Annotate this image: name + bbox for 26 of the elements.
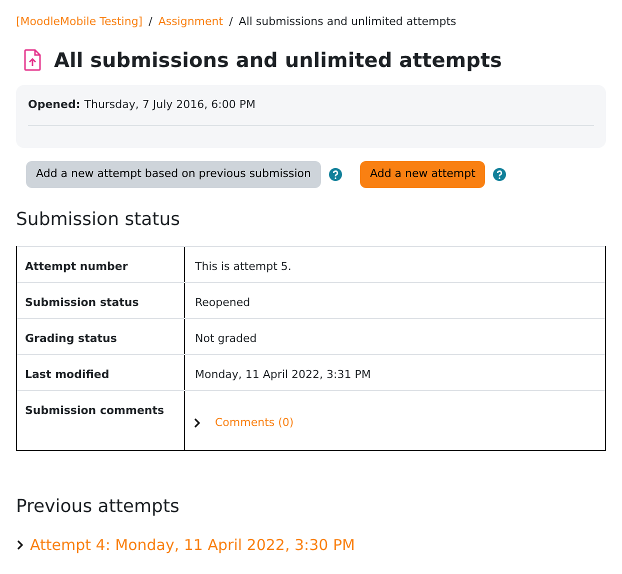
- breadcrumb-separator: /: [148, 14, 152, 30]
- row-value: This is attempt 5.: [195, 260, 292, 273]
- row-value: Monday, 11 April 2022, 3:31 PM: [195, 368, 371, 381]
- section-heading: Submission status: [16, 208, 182, 232]
- breadcrumb-link[interactable]: Assignment: [158, 14, 224, 30]
- file-upload-icon: [24, 48, 42, 70]
- page-title: All submissions and unlimited attempts: [54, 46, 502, 74]
- row-label: Grading status: [25, 332, 117, 345]
- breadcrumb-separator: /: [229, 14, 233, 30]
- row-label: Submission status: [25, 296, 139, 309]
- date-value: Thursday, 7 July 2016, 6:00 PM: [84, 96, 256, 112]
- add-attempt-from-previous-button[interactable]: Add a new attempt based on previous submission: [26, 161, 322, 188]
- row-value: Reopened: [195, 296, 250, 309]
- help-icon[interactable]: [329, 168, 342, 181]
- section-heading: Previous attempts: [16, 495, 180, 519]
- row-label: Attempt number: [25, 260, 128, 273]
- date-label: Opened:: [28, 96, 80, 112]
- comments-link[interactable]: Comments (0): [215, 415, 294, 432]
- breadcrumb-current: All submissions and unlimited attempts: [238, 14, 456, 30]
- add-attempt-button[interactable]: Add a new attempt: [360, 161, 486, 188]
- breadcrumb-link[interactable]: [MoodleMobile Testing]: [16, 14, 143, 30]
- attempt-link[interactable]: Attempt 4: Monday, 11 April 2022, 3:30 PM: [30, 534, 355, 556]
- row-value: Not graded: [195, 332, 257, 345]
- row-label: Last modified: [25, 368, 110, 381]
- row-label: Submission comments: [25, 404, 164, 417]
- help-icon[interactable]: [493, 168, 506, 181]
